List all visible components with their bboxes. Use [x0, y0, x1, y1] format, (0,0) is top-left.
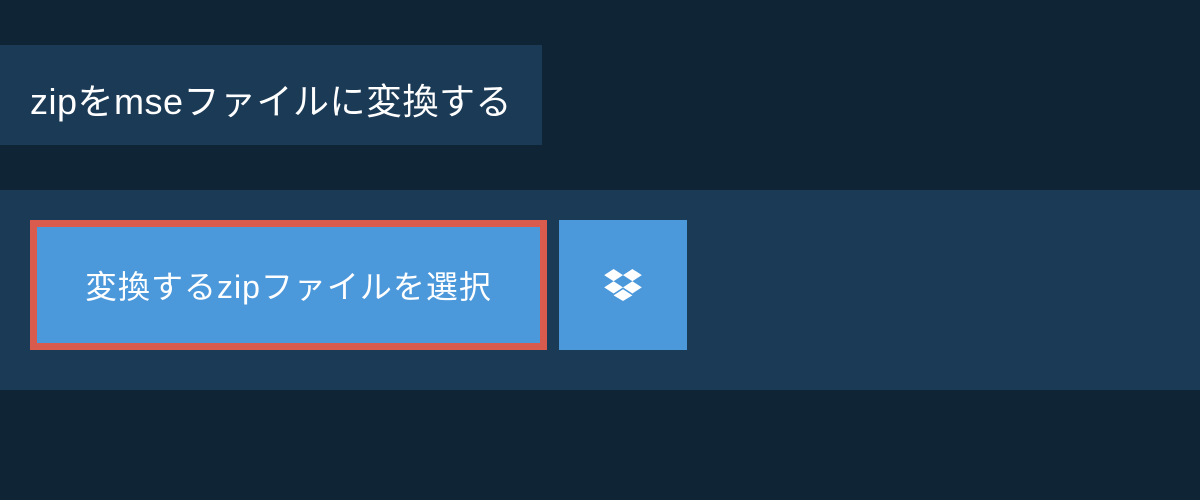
dropbox-button[interactable] — [559, 220, 687, 350]
dropbox-icon — [604, 269, 642, 301]
title-section: zipをmseファイルに変換する — [0, 45, 542, 145]
select-file-button[interactable]: 変換するzipファイルを選択 — [30, 220, 547, 350]
action-panel: 変換するzipファイルを選択 — [0, 190, 1200, 390]
page-title: zipをmseファイルに変換する — [30, 73, 512, 125]
button-row: 変換するzipファイルを選択 — [0, 190, 1200, 390]
select-file-label: 変換するzipファイルを選択 — [85, 262, 492, 308]
converter-panel: zipをmseファイルに変換する 変換するzipファイルを選択 — [0, 0, 1200, 390]
